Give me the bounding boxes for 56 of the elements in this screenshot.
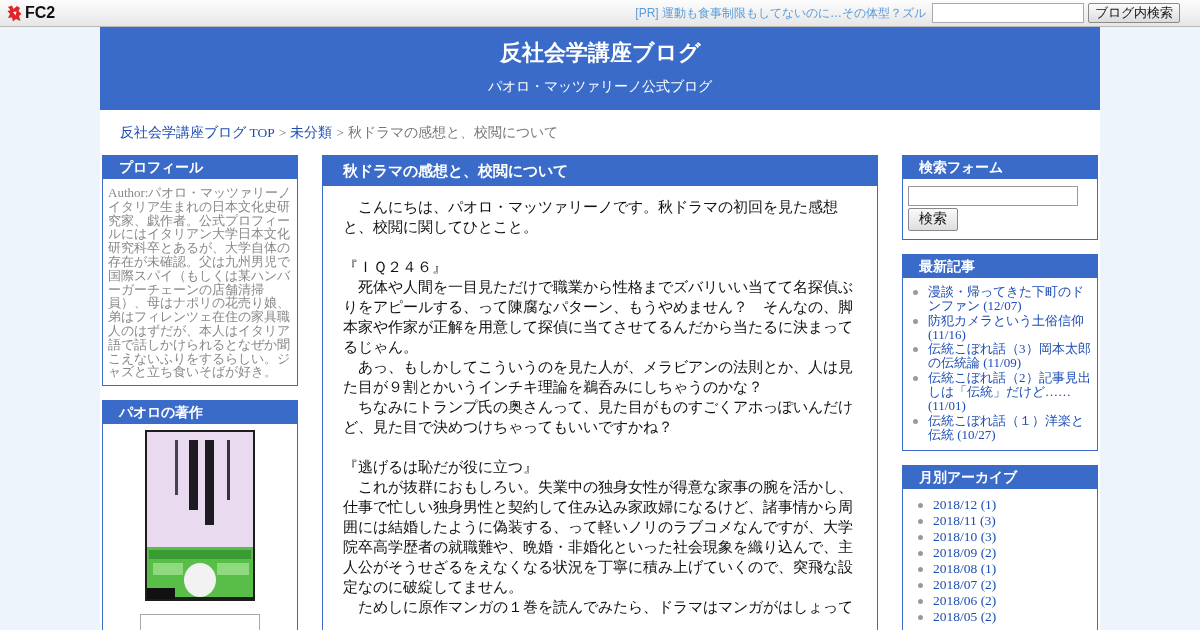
- recent-post-link[interactable]: 伝統こぼれ話（１）洋楽と伝統 (10/27): [928, 413, 1092, 443]
- blog-subtitle: パオロ・マッツァリーノ公式ブログ: [487, 78, 713, 96]
- breadcrumb-link[interactable]: 反社会学講座ブログ TOP: [120, 125, 275, 140]
- breadcrumb-separator: >: [278, 125, 287, 140]
- bullet-icon: [913, 375, 918, 381]
- blog-search-field[interactable]: [932, 3, 1084, 23]
- archive-link[interactable]: 2018/08 (1): [933, 561, 997, 578]
- article-paragraph: こんにちは、パオロ・マッツァリーノです。秋ドラマの初回を見た感想と、校閲に関してひとこと。: [343, 198, 839, 237]
- blog-search-button[interactable]: ブログ内検索: [1088, 3, 1180, 23]
- logo-text[interactable]: FC2: [25, 1, 56, 25]
- recent-post-link[interactable]: 漫談・帰ってきた下町のドンファン (12/07): [928, 285, 1092, 314]
- recent-post-link[interactable]: 防犯カメラという土俗信仰 (11/16): [928, 313, 1092, 343]
- search-field[interactable]: [908, 186, 1078, 206]
- bullet-icon: [918, 535, 923, 541]
- breadcrumb-link[interactable]: 未分類: [290, 125, 333, 140]
- profile-author: Author:パオロ・マッツァリーノ: [108, 186, 292, 200]
- archive-link[interactable]: 2018/11 (3): [933, 513, 996, 530]
- archive-link[interactable]: 2018/05 (2): [933, 609, 997, 626]
- archive-link[interactable]: 2018/10 (3): [933, 529, 997, 546]
- book-cover-image[interactable]: [145, 430, 255, 602]
- bullet-icon: [918, 551, 923, 557]
- recent-post-link[interactable]: 伝統こぼれ話（3）岡本太郎の伝統論 (11/09): [928, 342, 1092, 371]
- bullet-icon: [918, 615, 923, 621]
- bullet-icon: [918, 503, 923, 509]
- article-paragraph: ためしに原作マンガの１巻を読んでみたら、ドラマはマンガがはしょって: [357, 598, 854, 617]
- bullet-icon: [918, 519, 923, 525]
- panel-title: プロフィール: [103, 156, 297, 179]
- article-title[interactable]: 秋ドラマの感想と、校閲について: [323, 156, 877, 186]
- archive-link[interactable]: 2018/06 (2): [933, 593, 997, 610]
- bullet-icon: [913, 290, 918, 295]
- article-paragraph: これが抜群におもしろい。失業中の独身女性が得意な家事の腕を活かし、仕事で忙しい独身男性と契約して住み込み家政婦になるけど、諸事情から周囲には結婚したように偽装する、って軽いノリのラブコメなんですが、大学院卒高学歴者の就職難や、晩婚・非婚化といった社会現象を織り込んで、主人公がそうせざるをえなくなる状況を丁寧に積み上げていくので、突飛な設定なのに破綻してません。: [343, 478, 854, 597]
- archive-link[interactable]: 2018/07 (2): [933, 577, 997, 594]
- bullet-icon: [918, 599, 923, 605]
- breadcrumb-current: 秋ドラマの感想と、校閲について: [347, 125, 558, 140]
- article-paragraph: あっ、もしかしてこういうのを見た人が、メラビアンの法則とか、人は見た目が９割とかいうインチキ理論を鵜呑みにしちゃうのかな？: [343, 358, 854, 397]
- section-heading: 『ＩＱ２４６』: [343, 258, 448, 277]
- archive-link[interactable]: 2018/09 (2): [933, 545, 997, 562]
- breadcrumb-separator: >: [336, 125, 344, 140]
- section-heading: 『逃げるは恥だが役に立つ』: [343, 458, 539, 477]
- profile-bio: イタリア生まれの日本文化史研究家、戯作者。公式プロフィールにはイタリアン大学日本文化研究科卒とあるが、大学自体の存在が未確認。父は九州男児で国際スパイ（もしくは某ハンバーガーチェーンの店舗清掃員）、母はナポリの花売り娘、弟はフィレンツェ在住の家具職人のはずだが、本人はイタリア語で話しかけられるとなぜか聞こえないふりをするらしい。ジャズと立ち食いそばが好き。: [108, 199, 291, 380]
- panel-title: 最新記事: [903, 255, 1097, 278]
- article-paragraph: ちなみにトランプ氏の奥さんって、見た目がものすごくアホっぽいんだけど、見た目で決めつけちゃってもいいですかね？: [343, 398, 854, 437]
- bullet-icon: [913, 347, 918, 353]
- bullet-icon: [918, 583, 923, 589]
- bullet-icon: [913, 418, 918, 424]
- panel-title: 月別アーカイブ: [903, 466, 1097, 490]
- bullet-icon: [918, 567, 923, 573]
- panel-title: 検索フォーム: [903, 156, 1097, 179]
- article-paragraph: 死体や人間を一目見ただけで職業から性格までズバリいい当てて名探偵ぶりをアピールする、って陳腐なパターン、もうやめません？ そんなの、脚本家や作家が正解を用意して探偵に当てさせてるんだから当たるに決まってるじゃん。: [343, 278, 854, 357]
- archive-link[interactable]: 2018/12 (1): [933, 497, 997, 514]
- search-button[interactable]: 検索: [908, 208, 958, 231]
- bullet-icon: [913, 318, 918, 324]
- blog-title[interactable]: 反社会学講座ブログ: [100, 40, 1100, 66]
- logo-icon[interactable]: [7, 4, 22, 22]
- recent-post-link[interactable]: 伝統こぼれ話（2）記事見出しは「伝統」だけど…… (11/01): [928, 370, 1092, 414]
- panel-title: パオロの著作: [103, 401, 297, 425]
